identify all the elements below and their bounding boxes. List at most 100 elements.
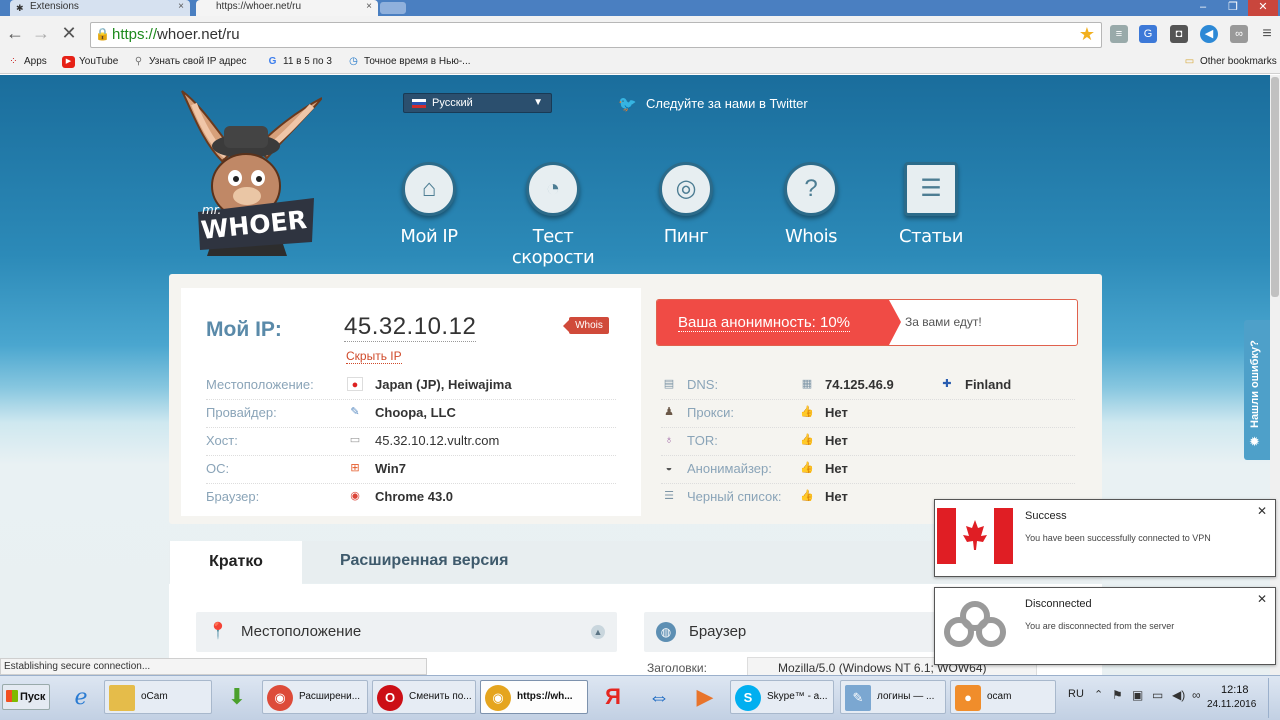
chevron-up-icon[interactable]: ▲	[591, 625, 605, 639]
flag-tray-icon[interactable]: ⚑	[1112, 688, 1123, 702]
nav-my-ip[interactable]: ⌂ Мой IP	[369, 162, 489, 247]
taskbar-notepad[interactable]: ✎ логины — ...	[840, 680, 946, 714]
vpn-extension-icon[interactable]: ∞	[1230, 25, 1248, 43]
section-title: Браузер	[689, 623, 747, 640]
taskbar-label: Расширени...	[299, 691, 361, 702]
taskbar-chrome-extensions[interactable]: ◉ Расширени...	[262, 680, 368, 714]
anonymity-box: Ваша анонимность: 10% За вами едут!	[656, 299, 1078, 346]
tab-full-version[interactable]: Расширенная версия	[340, 552, 508, 570]
share-extension-icon[interactable]: ◀	[1200, 25, 1218, 43]
finland-flag-icon: ✚	[942, 378, 952, 390]
browser-value: Chrome 43.0	[375, 489, 454, 504]
divider	[661, 455, 1075, 456]
monitor-icon[interactable]: ▭	[1152, 688, 1163, 702]
new-tab-button[interactable]	[380, 2, 406, 14]
nav-whois[interactable]: ? Whois	[751, 162, 871, 247]
taskbar-label: Сменить по...	[409, 691, 472, 702]
nav-ping[interactable]: ◎ Пинг	[626, 162, 746, 247]
location-label: Местоположение:	[206, 377, 314, 392]
close-icon[interactable]: ×	[178, 0, 184, 14]
bookmark-label: Apps	[24, 56, 47, 67]
menu-icon[interactable]: ≡	[1258, 25, 1276, 43]
url-text[interactable]: https://whoer.net/ru	[112, 26, 240, 43]
nav-articles[interactable]: ☰ Статьи	[871, 162, 991, 247]
notepad-icon: ✎	[845, 685, 871, 711]
notification-title: Disconnected	[1025, 598, 1092, 610]
close-icon[interactable]: ✕	[1257, 504, 1267, 518]
tab-short[interactable]: Кратко	[170, 541, 302, 584]
clock-icon: ◷	[349, 56, 358, 67]
bookmark-apps[interactable]: ⁘ Apps	[7, 55, 47, 69]
volume-icon[interactable]: ◀)	[1172, 688, 1185, 702]
folder-icon	[109, 685, 135, 711]
minimize-icon[interactable]: –	[1188, 0, 1218, 16]
bookmark-label: YouTube	[79, 56, 119, 67]
show-desktop-button[interactable]	[1268, 678, 1280, 718]
taskbar-label: Skype™ - a...	[767, 691, 828, 702]
notification-success[interactable]: Success You have been successfully conne…	[934, 499, 1276, 577]
windows-icon: ⊞	[350, 462, 360, 474]
dns-value: 74.125.46.9	[825, 377, 894, 392]
house-icon: ⌂	[402, 162, 456, 216]
forward-icon[interactable]: →	[30, 22, 52, 44]
bookmark-google[interactable]: G 11 в 5 по 3	[266, 55, 332, 69]
tab-whoer[interactable]: https://whoer.net/ru ×	[196, 0, 378, 16]
nav-speed-test[interactable]: ◔ Тест скорости	[493, 162, 613, 268]
media-player-icon[interactable]: ▶	[688, 682, 722, 712]
anonymity-bar[interactable]: Ваша анонимность: 10%	[657, 300, 901, 345]
section-browser[interactable]: ◍ Браузер	[644, 612, 944, 652]
taskbar-ocam[interactable]: ● ocam	[950, 680, 1056, 714]
tray-expand-icon[interactable]: ⌃	[1094, 688, 1103, 701]
keyboard-language[interactable]: RU	[1068, 688, 1084, 700]
section-location[interactable]: 📍 Местоположение ▲	[196, 612, 617, 652]
address-bar[interactable]: 🔒 https://whoer.net/ru ★	[90, 22, 1102, 48]
host-value: 45.32.10.12.vultr.com	[375, 433, 500, 448]
taskbar-label: ocam	[987, 691, 1012, 702]
taskbar-ocam-folder[interactable]: oCam	[104, 680, 212, 714]
language-select[interactable]: Русский ▼	[403, 93, 552, 113]
divider	[206, 427, 616, 428]
bookmark-youtube[interactable]: ▶ YouTube	[62, 55, 118, 69]
star-bookmark-icon[interactable]: ★	[1079, 24, 1095, 45]
translate-extension-icon[interactable]: G	[1139, 25, 1157, 43]
browser-label: Браузер:	[206, 489, 260, 504]
taskbar-chrome-whoer[interactable]: ◉ https://wh...	[480, 680, 588, 714]
divider	[661, 399, 1075, 400]
dns-label: DNS:	[687, 377, 719, 392]
stop-loading-icon[interactable]: ✕	[58, 22, 80, 44]
hide-ip-link[interactable]: Скрыть IP	[346, 349, 402, 364]
chevron-down-icon: ▼	[533, 97, 543, 108]
maximize-icon[interactable]: ❐	[1218, 0, 1248, 16]
close-window-icon[interactable]: ✕	[1248, 0, 1278, 16]
bookmark-ip[interactable]: ⚲ Узнать свой IP адрес	[132, 55, 247, 69]
download-arrow-icon[interactable]: ⬇	[220, 682, 254, 712]
close-icon[interactable]: ✕	[1257, 592, 1267, 606]
taskbar-opera[interactable]: O Сменить по...	[372, 680, 476, 714]
vpn-tray-icon[interactable]: ∞	[1192, 688, 1201, 702]
yandex-icon[interactable]: Я	[596, 682, 630, 712]
whois-tag-button[interactable]: Whois	[563, 317, 609, 334]
nav-label: Тест скорости	[511, 226, 595, 268]
internet-explorer-icon[interactable]: ℯ	[64, 682, 98, 712]
teamviewer-icon[interactable]: ⇔	[642, 682, 676, 712]
close-icon[interactable]: ×	[366, 0, 372, 14]
reader-extension-icon[interactable]: ≡	[1110, 25, 1128, 43]
start-button[interactable]: Пуск	[2, 684, 50, 710]
folder-icon: ▭	[1184, 56, 1195, 67]
url-rest: whoer.net/ru	[157, 26, 240, 43]
clock-time[interactable]: 12:18	[1221, 684, 1249, 696]
twitter-link[interactable]: 🐦 Следуйте за нами в Twitter	[618, 96, 808, 113]
screenshot-extension-icon[interactable]: ◘	[1170, 25, 1188, 43]
back-icon[interactable]: ←	[4, 22, 26, 44]
clock-date[interactable]: 24.11.2016	[1207, 699, 1256, 710]
taskbar-skype[interactable]: S Skype™ - a...	[730, 680, 834, 714]
other-bookmarks[interactable]: ▭ Other bookmarks	[1183, 55, 1277, 69]
network-icon[interactable]: ▣	[1132, 688, 1143, 702]
bookmark-time[interactable]: ◷ Точное время в Нью-...	[347, 55, 470, 69]
dns-country: Finland	[965, 377, 1012, 392]
chrome-icon: ◉	[350, 490, 360, 502]
my-ip-value[interactable]: 45.32.10.12	[344, 313, 477, 342]
scrollbar-thumb[interactable]	[1271, 77, 1279, 297]
tab-extensions[interactable]: ✱ Extensions ×	[10, 0, 190, 16]
notification-disconnected[interactable]: Disconnected You are disconnected from t…	[934, 587, 1276, 665]
